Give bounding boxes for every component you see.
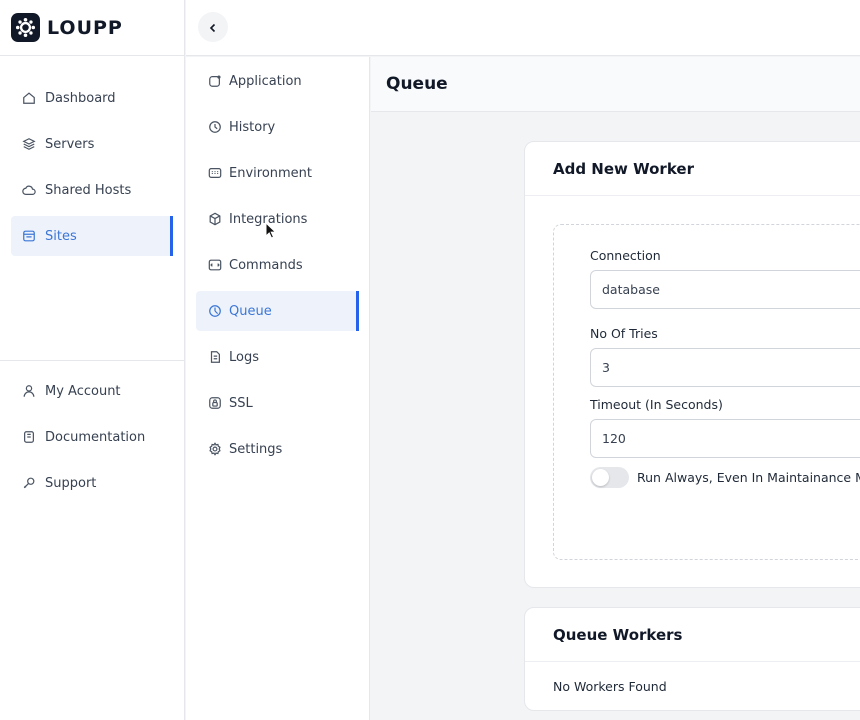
brand-name: LOUPP	[47, 16, 123, 39]
sidebar-item-documentation[interactable]: Documentation	[11, 417, 174, 457]
gear-icon	[207, 442, 222, 457]
subnav-item-label: Queue	[229, 303, 272, 319]
chevron-left-icon	[208, 18, 218, 37]
sidebar-item-label: Shared Hosts	[45, 182, 132, 198]
user-icon	[21, 383, 37, 399]
subnav-item-environment[interactable]: Environment	[196, 153, 357, 193]
main-sidebar: LOUPP Dashboard Servers Shared Hosts Sit…	[0, 0, 185, 720]
subnav-item-label: Commands	[229, 257, 303, 273]
sidebar-bottom-nav: My Account Documentation Support	[11, 371, 174, 509]
env-icon	[207, 166, 222, 181]
subnav-item-label: History	[229, 119, 276, 135]
home-icon	[21, 90, 37, 106]
subnav-item-logs[interactable]: Logs	[196, 337, 357, 377]
mouse-cursor-icon	[265, 221, 277, 240]
sidebar-item-support[interactable]: Support	[11, 463, 174, 503]
brand[interactable]: LOUPP	[0, 0, 184, 56]
add-worker-title: Add New Worker	[525, 142, 860, 196]
run-always-row: Run Always, Even In Maintainance Mode	[590, 467, 860, 488]
empty-state-text: No Workers Found	[553, 679, 667, 694]
tries-label: No Of Tries	[590, 326, 658, 341]
history-icon	[207, 120, 222, 135]
sidebar-item-servers[interactable]: Servers	[11, 124, 173, 164]
queue-icon	[207, 304, 222, 319]
content-header: Queue	[371, 57, 860, 112]
run-always-label: Run Always, Even In Maintainance Mode	[637, 470, 860, 485]
sidebar-item-label: Servers	[45, 136, 95, 152]
book-icon	[21, 429, 37, 445]
timeout-field: Timeout (In Seconds) 120	[590, 397, 860, 458]
subnav-item-ssl[interactable]: SSL	[196, 383, 357, 423]
subnav-item-settings[interactable]: Settings	[196, 429, 357, 469]
subnav-item-label: Logs	[229, 349, 259, 365]
connection-label: Connection	[590, 248, 661, 263]
site-subnav: Application History Environment Integrat…	[186, 57, 370, 720]
run-always-toggle[interactable]	[590, 467, 629, 488]
sidebar-item-shared-hosts[interactable]: Shared Hosts	[11, 170, 173, 210]
connection-field: Connection database	[590, 248, 860, 309]
subnav-item-application[interactable]: Application	[196, 61, 357, 101]
sidebar-nav: Dashboard Servers Shared Hosts Sites	[0, 56, 184, 256]
subnav-item-commands[interactable]: Commands	[196, 245, 357, 285]
logs-icon	[207, 350, 222, 365]
subnav-item-label: Application	[229, 73, 302, 89]
tries-field: No Of Tries 3	[590, 326, 860, 387]
queue-workers-title: Queue Workers	[525, 608, 860, 662]
page-title: Queue	[386, 74, 448, 94]
sidebar-item-label: Documentation	[45, 429, 146, 445]
subnav-item-history[interactable]: History	[196, 107, 357, 147]
connection-select[interactable]: database	[590, 270, 860, 309]
sidebar-item-label: My Account	[45, 383, 121, 399]
sidebar-item-label: Support	[45, 475, 97, 491]
subnav-item-label: Environment	[229, 165, 313, 181]
subnav-item-label: SSL	[229, 395, 253, 411]
subnav-item-queue[interactable]: Queue	[196, 291, 359, 331]
browser-icon	[21, 228, 37, 244]
loupp-logo-icon	[11, 13, 40, 42]
cloud-icon	[21, 182, 37, 198]
top-bar	[186, 0, 860, 56]
subnav-item-label: Settings	[229, 441, 283, 457]
timeout-label: Timeout (In Seconds)	[590, 397, 723, 412]
add-worker-card: Add New Worker Connection database No Of…	[524, 141, 860, 588]
timeout-input[interactable]: 120	[590, 419, 860, 458]
layers-icon	[21, 136, 37, 152]
sidebar-divider	[0, 360, 185, 361]
tries-input[interactable]: 3	[590, 348, 860, 387]
collapse-sidebar-button[interactable]	[198, 12, 228, 42]
sidebar-item-label: Dashboard	[45, 90, 116, 106]
sidebar-item-my-account[interactable]: My Account	[11, 371, 174, 411]
queue-workers-card: Queue Workers No Workers Found	[524, 607, 860, 711]
sidebar-item-sites[interactable]: Sites	[11, 216, 173, 256]
ssl-icon	[207, 396, 222, 411]
sidebar-item-dashboard[interactable]: Dashboard	[11, 78, 173, 118]
cube-icon	[207, 212, 222, 227]
app-icon	[207, 74, 222, 89]
terminal-icon	[207, 258, 222, 273]
support-icon	[21, 475, 37, 491]
sidebar-item-label: Sites	[45, 228, 77, 244]
